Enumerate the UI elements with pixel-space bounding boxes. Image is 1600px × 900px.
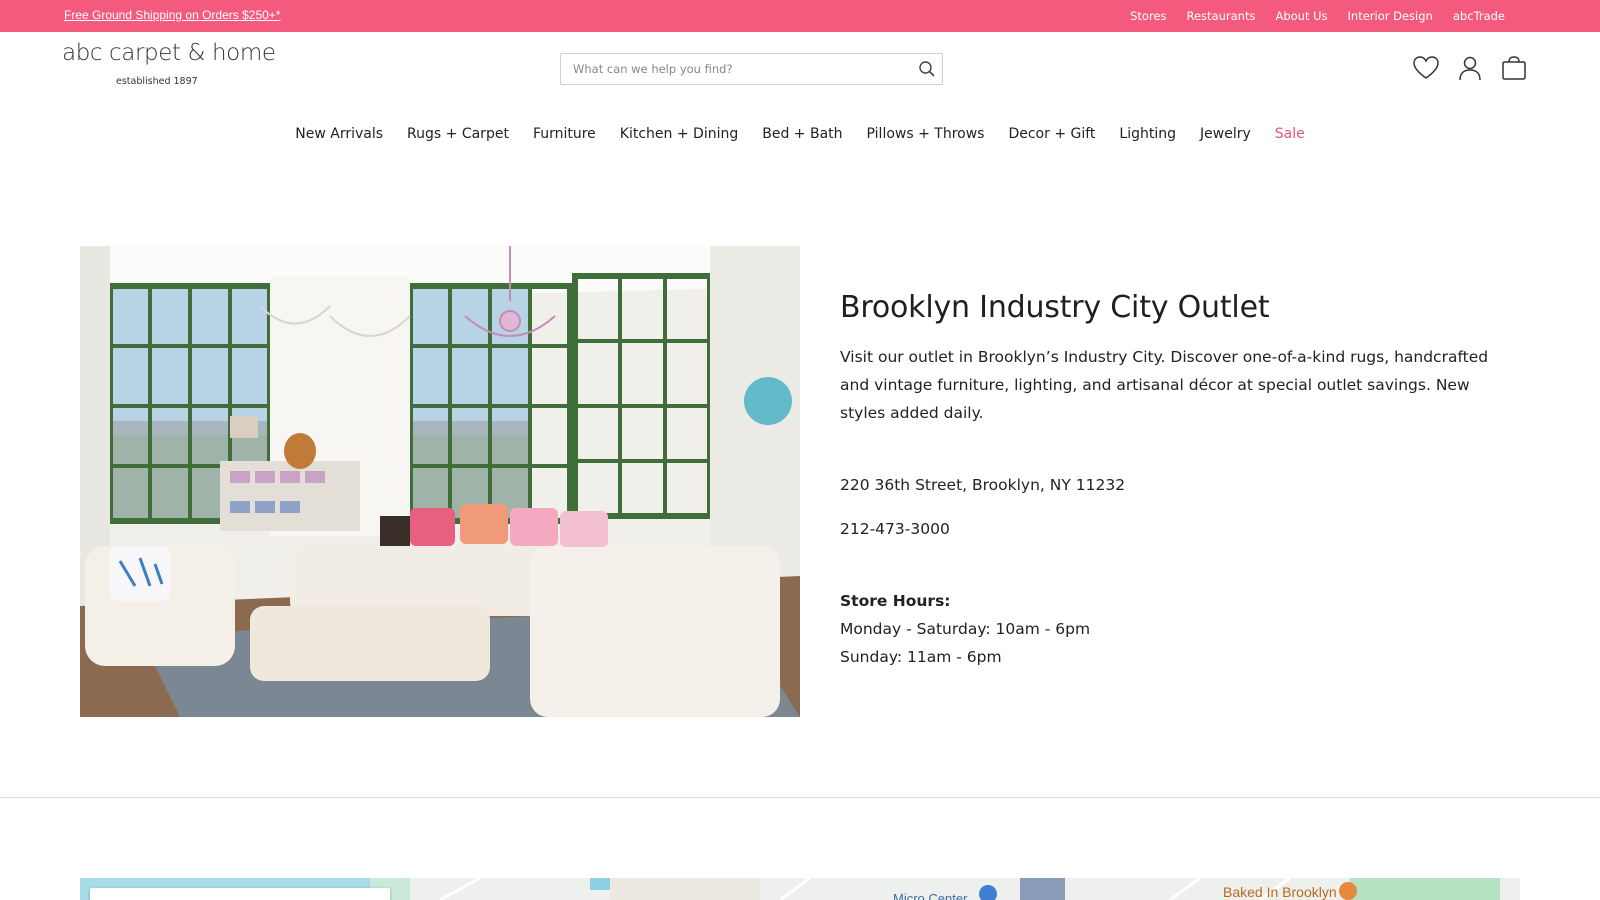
nav-rugs-carpet[interactable]: Rugs + Carpet: [407, 126, 509, 142]
utility-link-stores[interactable]: Stores: [1130, 9, 1166, 23]
map-label-micro-center: Micro Center: [893, 891, 968, 900]
free-shipping-link[interactable]: Free Ground Shipping on Orders $250+*: [64, 8, 280, 22]
store-phone[interactable]: 212-473-3000: [840, 520, 950, 538]
heart-icon[interactable]: [1412, 54, 1440, 82]
map-label-baked-in-brooklyn: Baked In Brooklyn: [1223, 884, 1337, 900]
store-title: Brooklyn Industry City Outlet: [840, 290, 1270, 325]
search-icon[interactable]: [918, 60, 936, 78]
logo-tagline: established 1897: [116, 76, 198, 87]
store-info: Brooklyn Industry City Outlet Visit our …: [840, 290, 1500, 666]
nav-kitchen-dining[interactable]: Kitchen + Dining: [620, 126, 738, 142]
nav-bed-bath[interactable]: Bed + Bath: [762, 126, 842, 142]
nav-pillows-throws[interactable]: Pillows + Throws: [867, 126, 985, 142]
section-divider: [0, 797, 1600, 798]
utility-link-interior-design[interactable]: Interior Design: [1348, 9, 1433, 23]
search-box: [560, 53, 943, 85]
bag-icon[interactable]: [1500, 54, 1528, 82]
nav-decor-gift[interactable]: Decor + Gift: [1008, 126, 1095, 142]
store-photo: [80, 246, 800, 717]
utility-link-restaurants[interactable]: Restaurants: [1187, 9, 1256, 23]
utility-nav: Stores Restaurants About Us Interior Des…: [1130, 9, 1505, 23]
search-input[interactable]: [561, 54, 901, 84]
store-description: Visit our outlet in Brooklyn’s Industry …: [840, 348, 1489, 422]
nav-jewelry[interactable]: Jewelry: [1200, 126, 1251, 142]
utility-link-about-us[interactable]: About Us: [1275, 9, 1327, 23]
logo-name: abc carpet & home: [62, 40, 276, 66]
promo-bar: Free Ground Shipping on Orders $250+* St…: [0, 0, 1600, 32]
logo[interactable]: abc carpet & home established 1897: [62, 40, 276, 90]
map-info-card: [90, 888, 390, 900]
nav-lighting[interactable]: Lighting: [1119, 126, 1176, 142]
nav-new-arrivals[interactable]: New Arrivals: [295, 126, 383, 142]
user-icon[interactable]: [1456, 54, 1484, 82]
store-hours-weekday: Monday - Saturday: 10am - 6pm: [840, 620, 1091, 638]
store-address: 220 36th Street, Brooklyn, NY 11232: [840, 476, 1126, 494]
nav-sale[interactable]: Sale: [1275, 126, 1305, 142]
store-hours-label: Store Hours:: [840, 592, 951, 610]
nav-furniture[interactable]: Furniture: [533, 126, 596, 142]
store-hours-sunday: Sunday: 11am - 6pm: [840, 648, 1002, 666]
main-nav: New Arrivals Rugs + Carpet Furniture Kit…: [0, 126, 1600, 142]
store-map[interactable]: Micro Center Baked In Brooklyn: [80, 878, 1520, 900]
utility-link-abctrade[interactable]: abcTrade: [1453, 9, 1505, 23]
header-icons: [1412, 54, 1528, 82]
